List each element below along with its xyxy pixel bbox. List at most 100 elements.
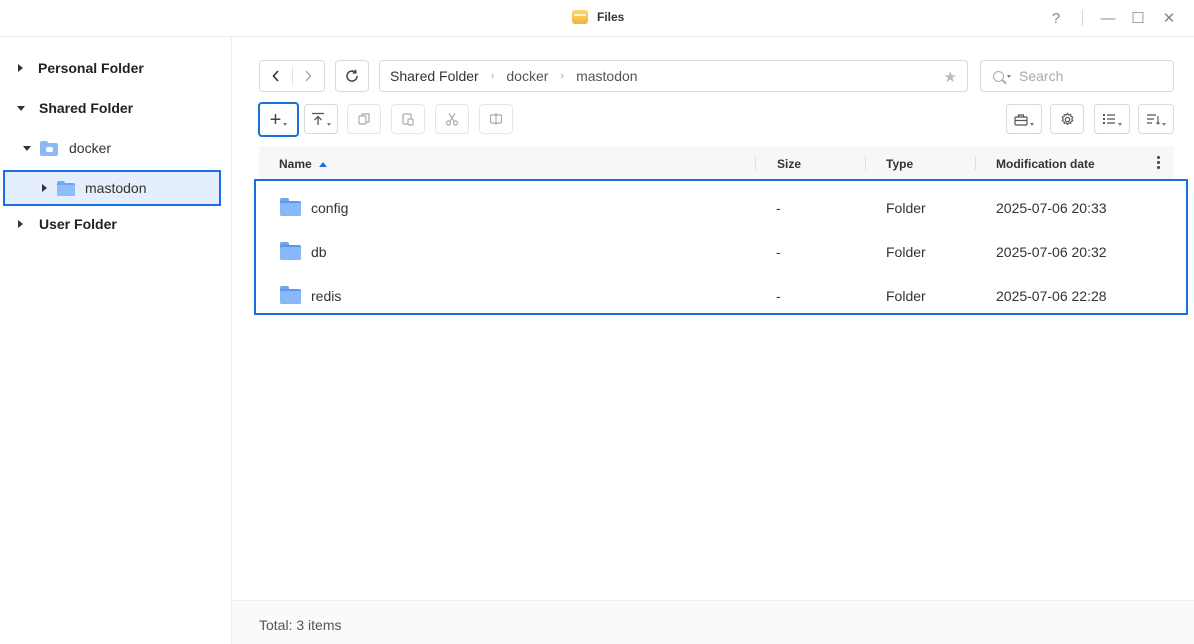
file-modified: 2025-07-06 20:33 xyxy=(996,200,1107,216)
dropdown-caret-icon xyxy=(1162,122,1166,126)
search-input[interactable] xyxy=(1019,68,1159,84)
maximize-button[interactable]: ☐ xyxy=(1125,6,1151,30)
file-type: Folder xyxy=(886,244,926,260)
view-mode-button[interactable] xyxy=(1094,104,1130,134)
breadcrumb-mastodon[interactable]: mastodon xyxy=(576,68,637,84)
tree-item-label: User Folder xyxy=(39,216,117,232)
close-button[interactable]: ✕ xyxy=(1156,6,1182,30)
tools-button[interactable] xyxy=(1006,104,1042,134)
sort-button[interactable] xyxy=(1138,104,1174,134)
chevron-right-icon xyxy=(305,70,312,82)
upload-icon xyxy=(312,112,324,125)
toolbox-icon xyxy=(1014,113,1028,126)
column-divider[interactable] xyxy=(865,156,866,170)
create-button[interactable]: + xyxy=(258,102,299,137)
settings-button[interactable] xyxy=(1050,104,1084,134)
file-list: config - Folder 2025-07-06 20:33 db - Fo… xyxy=(254,179,1188,315)
back-button[interactable] xyxy=(260,61,292,91)
file-modified: 2025-07-06 22:28 xyxy=(996,288,1107,304)
title-bar: Files ? — ☐ ✕ xyxy=(0,0,1194,37)
file-size: - xyxy=(776,244,781,260)
window-title-text: Files xyxy=(597,10,625,24)
list-view-icon xyxy=(1103,114,1115,124)
column-header-type[interactable]: Type xyxy=(886,157,913,171)
history-nav xyxy=(259,60,325,92)
paste-icon xyxy=(402,113,414,126)
table-row[interactable]: config - Folder 2025-07-06 20:33 xyxy=(256,186,1186,230)
file-size: - xyxy=(776,200,781,216)
expand-arrow-icon[interactable] xyxy=(18,64,23,72)
file-name: redis xyxy=(311,288,342,304)
tree-item-label: mastodon xyxy=(85,180,147,196)
table-header: Name Size Type Modification date xyxy=(259,146,1174,180)
folder-icon xyxy=(280,198,301,216)
dropdown-caret-icon xyxy=(283,123,288,126)
scissors-icon xyxy=(445,113,459,126)
plus-icon: + xyxy=(269,108,282,131)
chevron-left-icon xyxy=(272,70,279,82)
folder-icon xyxy=(280,242,301,260)
title-divider xyxy=(1082,10,1083,26)
tree-item-mastodon[interactable]: mastodon xyxy=(3,170,221,206)
dropdown-caret-icon xyxy=(1030,122,1034,126)
favorite-star-icon[interactable]: ★ xyxy=(944,68,957,86)
paste-button[interactable] xyxy=(391,104,425,134)
forward-button[interactable] xyxy=(293,61,325,91)
folder-tree: Personal Folder Shared Folder docker mas… xyxy=(0,38,232,644)
search-options-caret-icon[interactable] xyxy=(1007,74,1011,78)
breadcrumb-separator-icon: › xyxy=(560,70,565,82)
breadcrumb-shared-folder[interactable]: Shared Folder xyxy=(390,68,479,84)
search-box xyxy=(980,60,1174,92)
search-icon xyxy=(993,70,1004,82)
file-name: db xyxy=(311,244,327,260)
collapse-arrow-icon[interactable] xyxy=(17,105,25,111)
refresh-button[interactable] xyxy=(335,60,369,92)
folder-icon xyxy=(57,180,75,196)
rename-button[interactable] xyxy=(479,104,513,134)
tree-item-personal-folder[interactable]: Personal Folder xyxy=(0,50,232,86)
breadcrumb: Shared Folder › docker › mastodon ★ xyxy=(379,60,968,92)
breadcrumb-docker[interactable]: docker xyxy=(506,68,548,84)
collapse-arrow-icon[interactable] xyxy=(23,145,31,151)
sort-ascending-icon xyxy=(318,162,327,167)
table-row[interactable]: redis - Folder 2025-07-06 22:28 xyxy=(256,274,1186,318)
column-options-icon[interactable] xyxy=(1157,156,1161,171)
column-header-name[interactable]: Name xyxy=(279,157,327,171)
tree-item-docker[interactable]: docker xyxy=(0,130,232,166)
expand-arrow-icon[interactable] xyxy=(18,220,23,228)
item-count: Total: 3 items xyxy=(259,617,342,633)
file-modified: 2025-07-06 20:32 xyxy=(996,244,1107,260)
column-header-modified[interactable]: Modification date xyxy=(996,157,1095,171)
folder-icon xyxy=(280,286,301,304)
copy-icon xyxy=(358,113,370,125)
column-label: Name xyxy=(279,157,312,171)
upload-button[interactable] xyxy=(304,104,338,134)
help-button[interactable]: ? xyxy=(1043,6,1069,30)
dropdown-caret-icon xyxy=(327,122,331,126)
shared-folder-icon xyxy=(40,140,58,156)
file-name: config xyxy=(311,200,349,216)
file-type: Folder xyxy=(886,200,926,216)
column-divider[interactable] xyxy=(975,156,976,170)
cut-button[interactable] xyxy=(435,104,469,134)
column-header-size[interactable]: Size xyxy=(777,157,801,171)
tree-item-label: docker xyxy=(69,140,112,156)
dropdown-caret-icon xyxy=(1118,122,1122,126)
tree-item-label: Shared Folder xyxy=(39,100,134,116)
file-size: - xyxy=(776,288,781,304)
tree-item-user-folder[interactable]: User Folder xyxy=(0,206,232,242)
window-title: Files xyxy=(572,10,624,24)
table-row[interactable]: db - Folder 2025-07-06 20:32 xyxy=(256,230,1186,274)
breadcrumb-separator-icon: › xyxy=(490,70,495,82)
files-app-icon xyxy=(572,10,588,24)
tree-item-label: Personal Folder xyxy=(38,60,144,76)
minimize-button[interactable]: — xyxy=(1095,6,1121,30)
gear-icon xyxy=(1060,111,1074,125)
file-type: Folder xyxy=(886,288,926,304)
tree-item-shared-folder[interactable]: Shared Folder xyxy=(0,90,232,126)
copy-button[interactable] xyxy=(347,104,381,134)
column-divider[interactable] xyxy=(755,156,756,170)
expand-arrow-icon[interactable] xyxy=(42,184,47,192)
rename-icon xyxy=(489,113,503,125)
status-bar: Total: 3 items xyxy=(232,600,1194,644)
